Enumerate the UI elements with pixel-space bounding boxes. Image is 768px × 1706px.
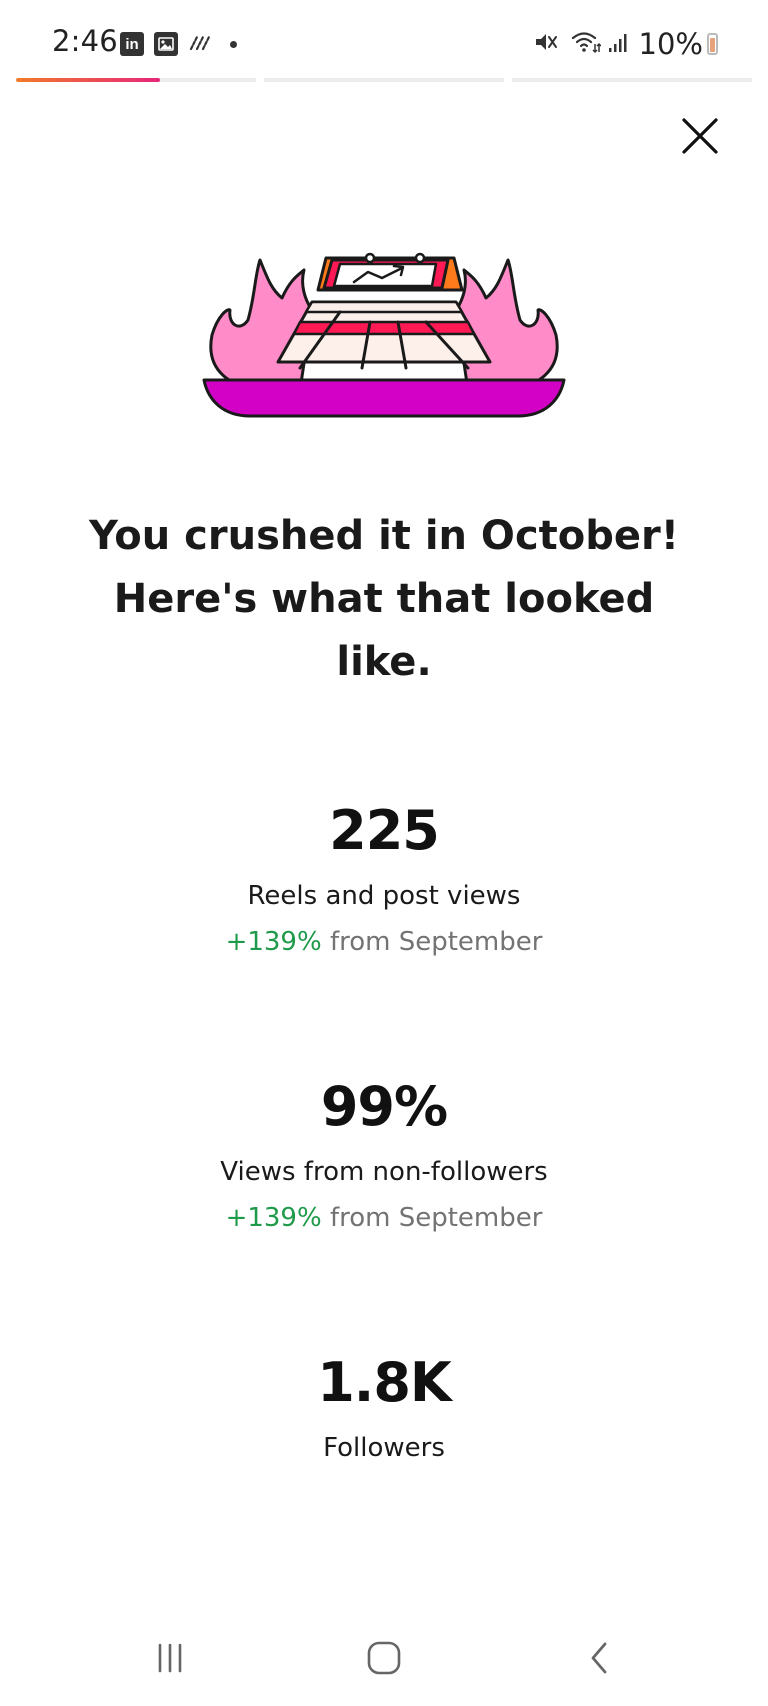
close-button[interactable] — [672, 108, 728, 164]
status-system-icons: 10% — [533, 24, 718, 64]
status-time: 2:46 — [52, 24, 118, 58]
battery-percent: 10% — [638, 27, 703, 61]
stat-change-suffix: from September — [329, 927, 543, 957]
story-progress-segment — [512, 78, 752, 82]
stat-change: +139% from September — [0, 926, 768, 958]
recent-apps-button[interactable] — [130, 1630, 210, 1686]
stat-value: 1.8K — [317, 1351, 452, 1414]
stat-label: Views from non-followers — [220, 1157, 548, 1187]
stat-value: 225 — [329, 799, 440, 862]
stat-change-percent: +139% — [225, 1203, 322, 1233]
signal-icon — [607, 30, 631, 58]
home-icon[interactable] — [366, 1640, 402, 1676]
system-nav-bar — [0, 1606, 768, 1706]
story-progress-fill — [16, 78, 160, 82]
stat-change-suffix: from September — [329, 1203, 543, 1233]
stat-followers: 1.8K Followers — [0, 1352, 768, 1464]
gallery-icon — [154, 32, 178, 56]
trophy-illustration — [200, 250, 568, 450]
recap-headline: You crushed it in October! Here's what t… — [89, 513, 679, 685]
stat-value: 99% — [320, 1075, 448, 1138]
stat-reels-post-views: 225 Reels and post views +139% from Sept… — [0, 800, 768, 958]
home-button[interactable] — [344, 1630, 424, 1686]
status-bar: 2:46 in 10% — [0, 0, 768, 80]
story-progress-bar — [16, 78, 752, 82]
back-icon[interactable] — [585, 1640, 615, 1676]
story-progress-segment — [264, 78, 504, 82]
flaming-platform-chart-icon — [202, 252, 566, 418]
stat-change: +139% from September — [0, 1202, 768, 1234]
close-icon[interactable] — [680, 116, 720, 156]
stat-label: Reels and post views — [247, 881, 521, 911]
wifi-icon — [571, 30, 602, 58]
battery-icon — [707, 33, 718, 55]
back-button[interactable] — [560, 1630, 640, 1686]
status-notification-icons: in — [120, 31, 237, 57]
stat-change-percent: +139% — [225, 927, 322, 957]
mute-icon — [533, 30, 559, 58]
stat-non-follower-views: 99% Views from non-followers +139% from … — [0, 1076, 768, 1234]
story-progress-segment — [16, 78, 256, 82]
notification-dot-icon — [230, 40, 237, 48]
stat-label: Followers — [323, 1433, 445, 1463]
activity-icon — [188, 31, 214, 58]
linkedin-icon: in — [120, 32, 144, 56]
recent-apps-icon[interactable] — [153, 1641, 187, 1675]
